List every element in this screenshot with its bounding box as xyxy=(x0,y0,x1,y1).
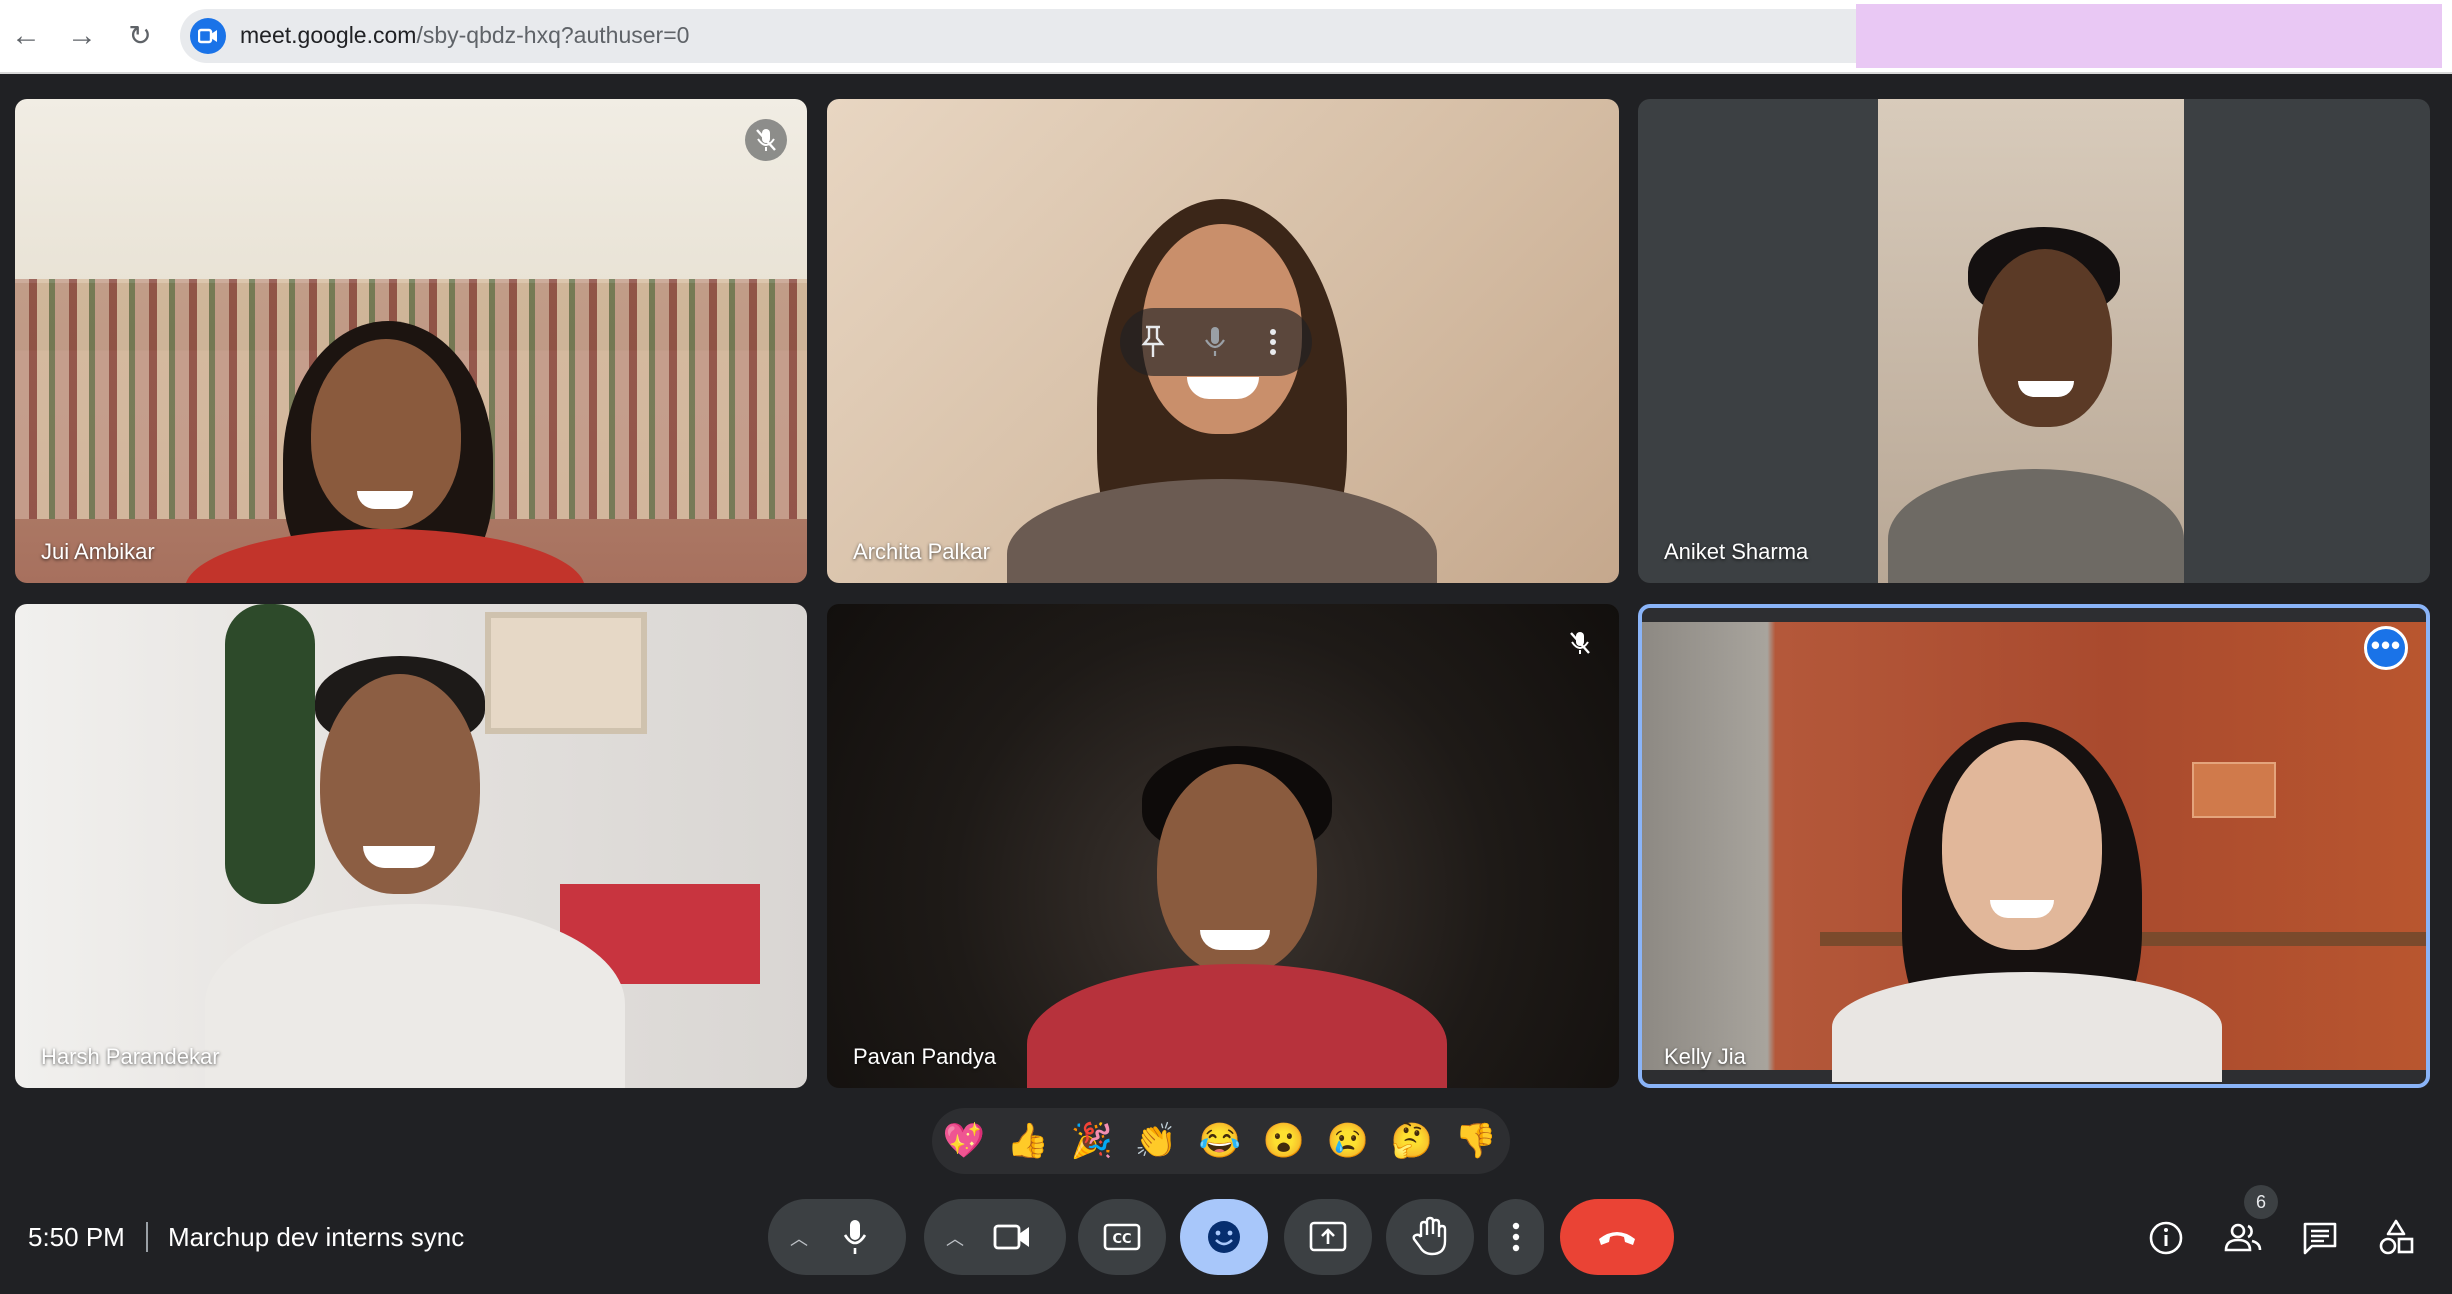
reaction-party-popper[interactable]: 🎉 xyxy=(1070,1119,1114,1163)
plant-background xyxy=(225,604,315,904)
participant-shirt xyxy=(205,904,625,1088)
more-horiz-icon[interactable]: ••• xyxy=(2364,626,2408,670)
reactions-bar: 💖 👍 🎉 👏 😂 😮 😢 🤔 👎 xyxy=(932,1108,1510,1174)
toolbar-tint xyxy=(1856,4,2442,68)
participant-tile[interactable]: Harsh Parandekar xyxy=(15,604,807,1088)
participant-smile xyxy=(1200,930,1270,950)
raise-hand-icon xyxy=(1412,1215,1448,1262)
more-vert-icon[interactable] xyxy=(1266,324,1280,365)
participant-tile[interactable]: Pavan Pandya xyxy=(827,604,1619,1088)
participant-smile xyxy=(363,846,435,868)
present-button[interactable] xyxy=(1284,1199,1372,1275)
painting-background xyxy=(485,612,647,734)
address-bar[interactable]: meet.google.com/sby-qbdz-hxq?authuser=0 xyxy=(180,9,1856,63)
reaction-sparkling-heart[interactable]: 💖 xyxy=(942,1119,986,1163)
reload-icon[interactable]: ↻ xyxy=(122,18,158,54)
call-end-icon xyxy=(1596,1225,1638,1254)
reaction-laugh[interactable]: 😂 xyxy=(1198,1119,1242,1163)
tile-hover-controls xyxy=(1120,308,1312,376)
mic-off-icon xyxy=(1559,622,1601,664)
emoji-icon xyxy=(1206,1219,1242,1260)
url-path: /sby-qbdz-hxq?authuser=0 xyxy=(416,22,690,48)
present-icon xyxy=(1308,1219,1348,1260)
clock: 5:50 PM xyxy=(28,1222,125,1252)
participant-shirt xyxy=(1027,964,1447,1088)
pin-icon[interactable] xyxy=(1138,324,1168,365)
raise-hand-button[interactable] xyxy=(1386,1199,1474,1275)
more-vert-icon xyxy=(1509,1219,1523,1260)
reaction-surprised[interactable]: 😮 xyxy=(1262,1119,1306,1163)
participant-tile[interactable]: Aniket Sharma xyxy=(1638,99,2430,583)
participant-shirt xyxy=(1832,972,2222,1082)
meeting-title: Marchup dev interns sync xyxy=(168,1222,465,1252)
participant-shirt xyxy=(1888,469,2184,583)
participant-shirt xyxy=(1007,479,1437,583)
mic-off-icon xyxy=(745,119,787,161)
camera-control-group: ︿ xyxy=(924,1199,1066,1275)
participant-smile xyxy=(1990,900,2054,918)
participant-name: Archita Palkar xyxy=(853,539,990,564)
reactions-button[interactable] xyxy=(1180,1199,1268,1275)
divider xyxy=(146,1222,148,1252)
mic-control-group: ︿ xyxy=(768,1199,906,1275)
activities-icon[interactable] xyxy=(2374,1216,2418,1260)
participant-name: Harsh Parandekar xyxy=(41,1044,220,1069)
leave-call-button[interactable] xyxy=(1560,1199,1674,1275)
participant-tile[interactable]: ••• Kelly Jia xyxy=(1638,604,2430,1088)
participant-video xyxy=(1878,99,2184,583)
mic-icon[interactable] xyxy=(1200,324,1230,365)
people-icon[interactable] xyxy=(2220,1216,2264,1260)
participant-name: Jui Ambikar xyxy=(41,539,155,564)
info-icon[interactable] xyxy=(2144,1216,2188,1260)
chevron-up-icon[interactable]: ︿ xyxy=(790,1225,808,1251)
browser-toolbar: ← → ↻ meet.google.com/sby-qbdz-hxq?authu… xyxy=(0,0,2452,74)
chevron-up-icon[interactable]: ︿ xyxy=(946,1225,964,1251)
participant-name: Aniket Sharma xyxy=(1664,539,1809,564)
reaction-sad[interactable]: 😢 xyxy=(1326,1119,1370,1163)
captions-button[interactable]: CC xyxy=(1078,1199,1166,1275)
participant-face xyxy=(1942,740,2102,950)
more-options-button[interactable] xyxy=(1488,1199,1544,1275)
participant-shirt xyxy=(185,529,585,583)
participant-video xyxy=(1642,622,2426,1082)
reaction-thumbs-up[interactable]: 👍 xyxy=(1006,1119,1050,1163)
videocam-icon[interactable] xyxy=(992,1221,1032,1258)
svg-text:CC: CC xyxy=(1112,1232,1131,1247)
participant-name: Kelly Jia xyxy=(1664,1044,1746,1069)
captions-icon: CC xyxy=(1102,1221,1142,1258)
url-text: meet.google.com/sby-qbdz-hxq?authuser=0 xyxy=(240,22,689,49)
mic-icon[interactable] xyxy=(840,1217,870,1262)
forward-icon[interactable]: → xyxy=(64,18,100,54)
reaction-thumbs-down[interactable]: 👎 xyxy=(1454,1119,1498,1163)
reaction-thinking[interactable]: 🤔 xyxy=(1390,1119,1434,1163)
participant-face xyxy=(1978,249,2112,427)
participant-smile xyxy=(2018,381,2074,397)
back-icon[interactable]: ← xyxy=(8,18,44,54)
wall-sign-background xyxy=(2192,762,2276,818)
participant-name: Pavan Pandya xyxy=(853,1044,997,1069)
participant-smile xyxy=(1187,377,1259,399)
reaction-clap[interactable]: 👏 xyxy=(1134,1119,1178,1163)
chat-icon[interactable] xyxy=(2298,1216,2342,1260)
meet-icon xyxy=(190,18,226,54)
url-host: meet.google.com xyxy=(240,22,417,48)
people-count-badge: 6 xyxy=(2244,1185,2278,1219)
participant-tile[interactable]: Jui Ambikar xyxy=(15,99,807,583)
